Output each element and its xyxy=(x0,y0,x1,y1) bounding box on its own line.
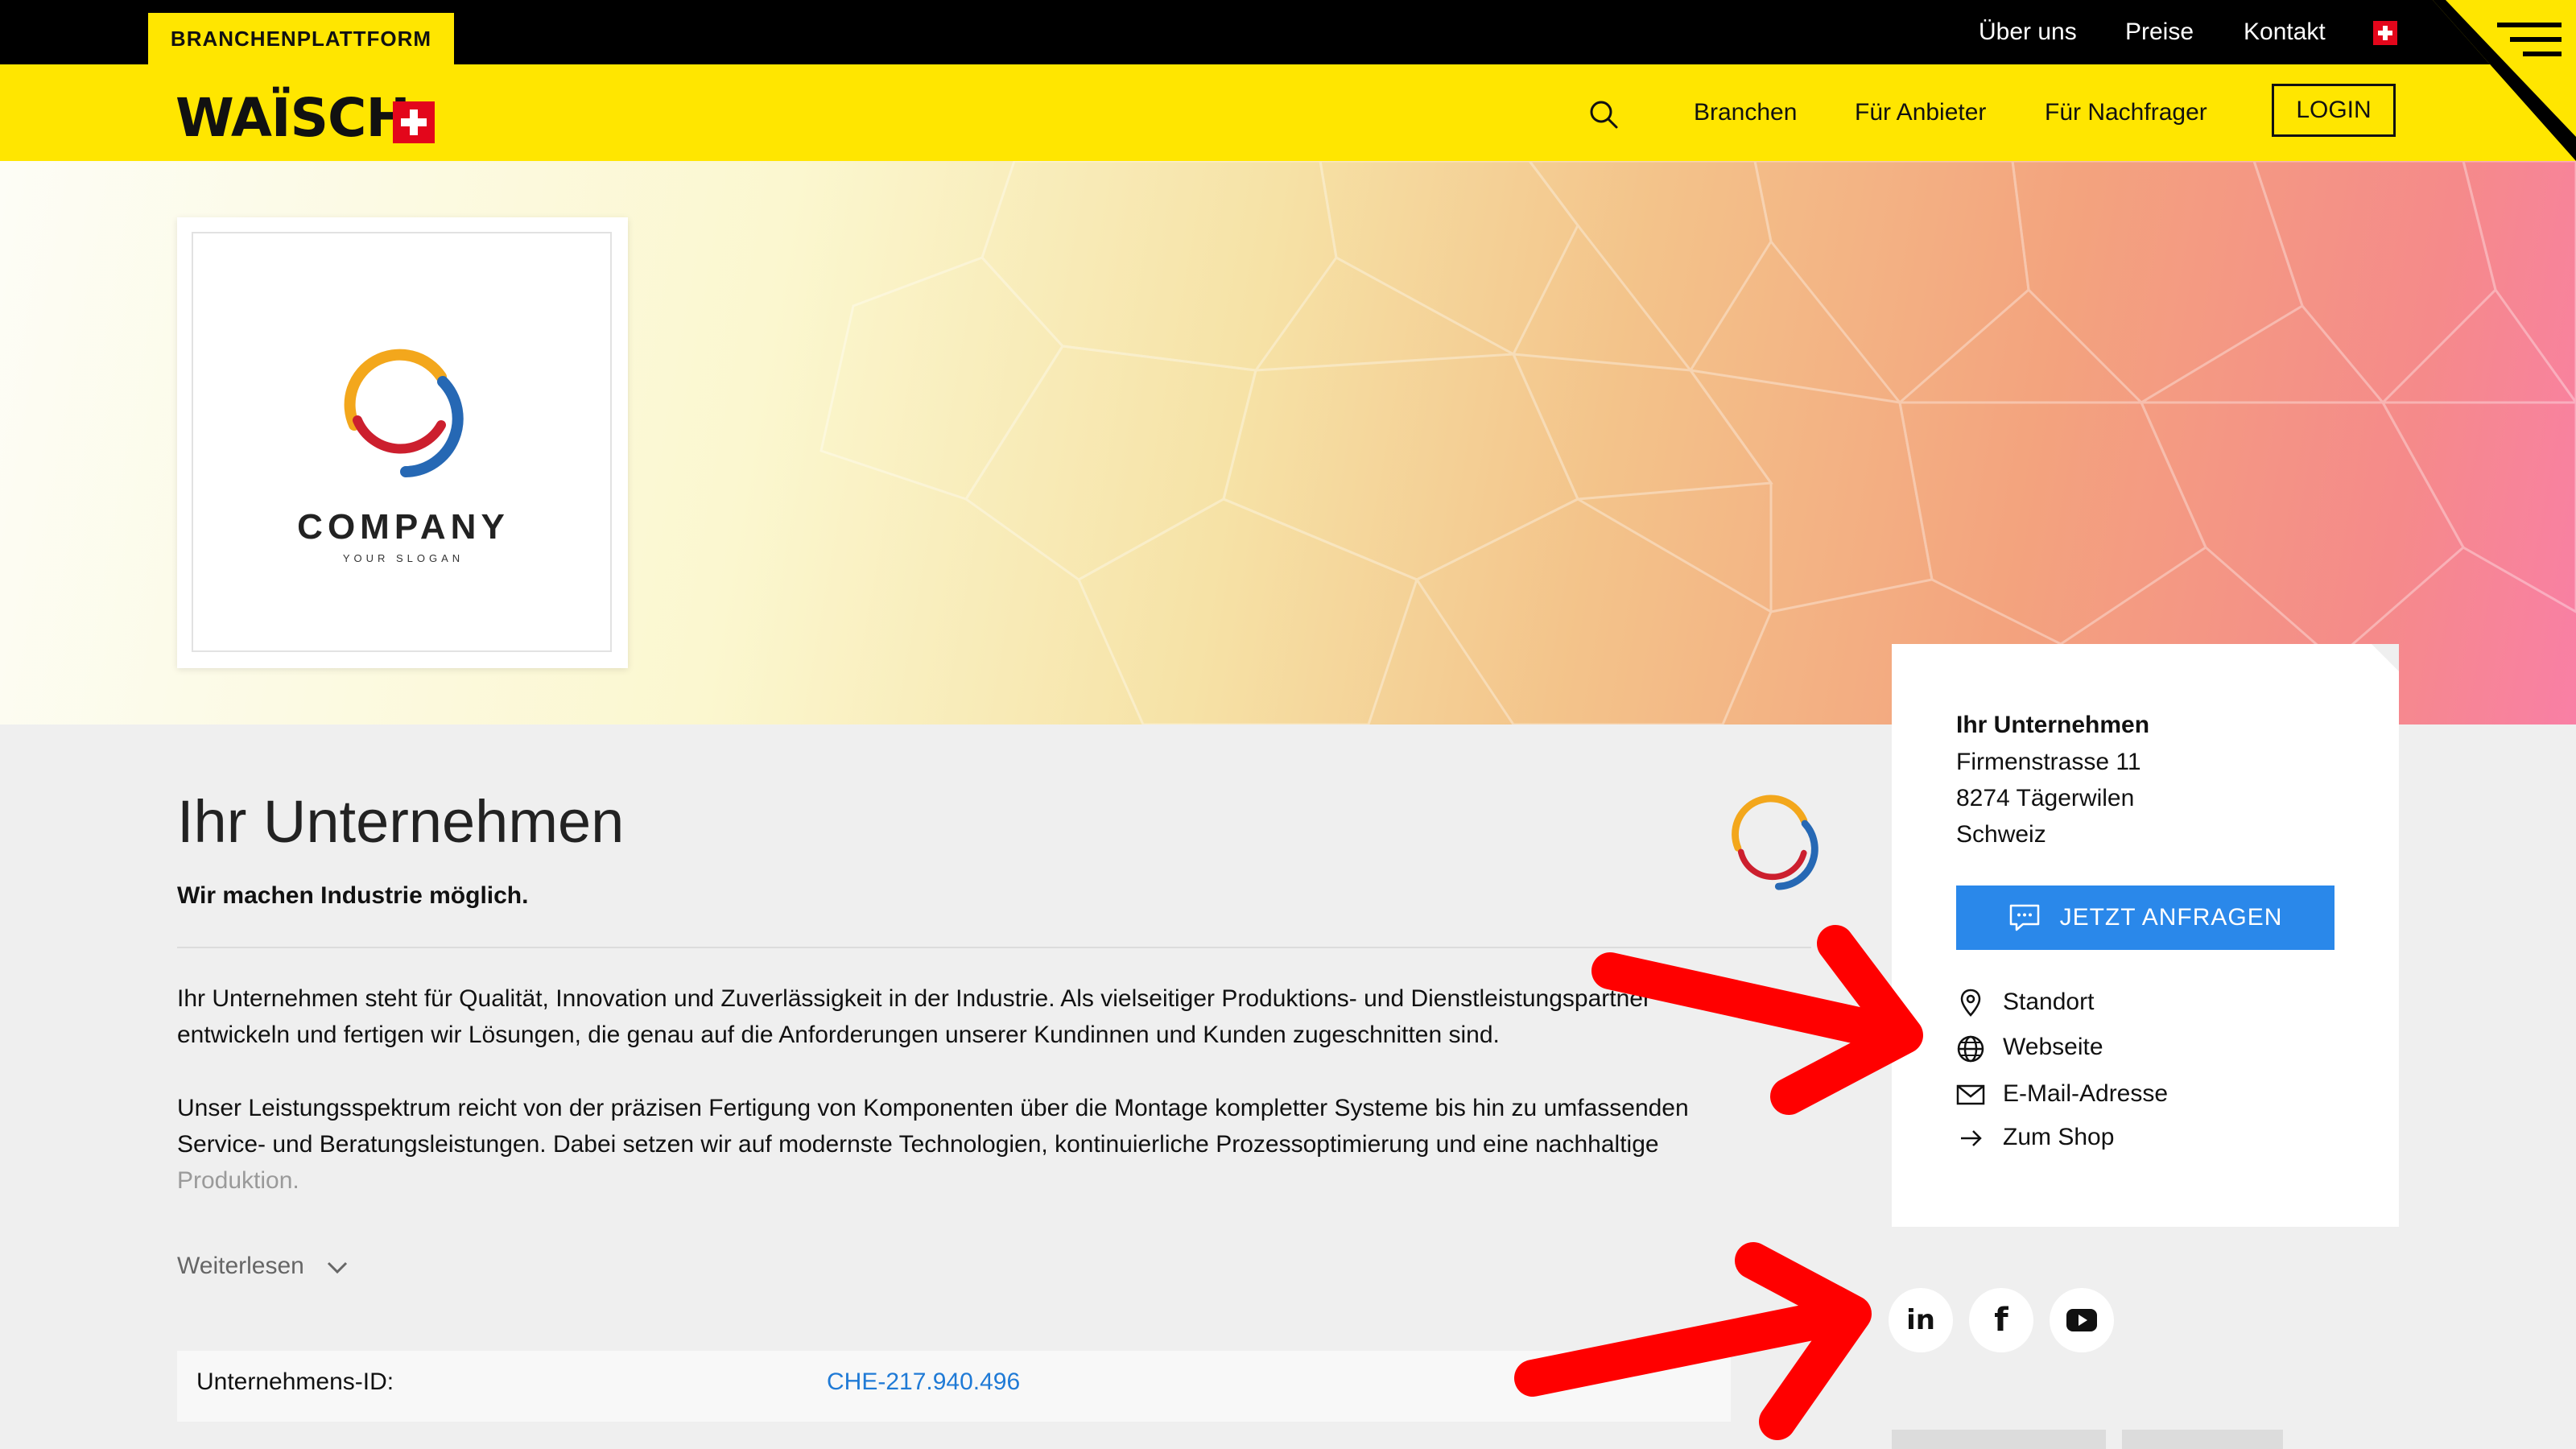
youtube-icon xyxy=(2066,1309,2097,1331)
linkedin-icon: in xyxy=(1906,1304,1935,1336)
location-pin-icon xyxy=(1960,989,1981,1017)
search-icon[interactable] xyxy=(1587,98,1620,130)
nav-link-preise[interactable]: Preise xyxy=(2125,0,2194,64)
company-small-logo-icon xyxy=(1732,795,1818,890)
nav-link-branchen[interactable]: Branchen xyxy=(1694,64,1797,161)
read-more-label: Weiterlesen xyxy=(177,1253,304,1279)
swiss-flag-logo-icon xyxy=(393,101,435,143)
tab-stub[interactable] xyxy=(2122,1430,2283,1449)
branchenplattform-tab[interactable]: BRANCHENPLATTFORM xyxy=(148,13,454,64)
contact-link-email[interactable]: E-Mail-Adresse xyxy=(2003,1080,2168,1108)
company-id-value[interactable]: CHE-217.940.496 xyxy=(827,1368,1020,1396)
description-paragraph-2: Unser Leistungsspektrum reicht von der p… xyxy=(177,1095,1689,1158)
contact-company-name: Ihr Unternehmen xyxy=(1956,712,2150,738)
youtube-button[interactable] xyxy=(2050,1288,2114,1352)
nav-link-fuer-anbieter[interactable]: Für Anbieter xyxy=(1855,64,1986,161)
logo-company-text: COMPANY xyxy=(297,507,510,547)
site-logo[interactable]: WAÏSCH xyxy=(175,90,411,147)
company-logo-ring-icon xyxy=(344,349,464,477)
globe-icon xyxy=(1957,1035,1984,1063)
contact-link-webseite[interactable]: Webseite xyxy=(2003,1034,2103,1061)
page-title: Ihr Unternehmen xyxy=(177,788,625,855)
login-button[interactable]: LOGIN xyxy=(2272,84,2396,137)
facebook-icon: f xyxy=(1994,1302,2008,1339)
jetzt-anfragen-button[interactable]: JETZT ANFRAGEN xyxy=(1956,886,2334,950)
contact-link-standort[interactable]: Standort xyxy=(2003,989,2094,1016)
nav-link-fuer-nachfrager[interactable]: Für Nachfrager xyxy=(2045,64,2207,161)
content-divider xyxy=(177,947,1811,948)
menu-corner[interactable] xyxy=(2433,0,2576,161)
chevron-down-icon xyxy=(328,1262,348,1274)
swiss-flag-icon[interactable] xyxy=(2373,21,2397,45)
linkedin-button[interactable]: in xyxy=(1889,1288,1953,1352)
read-more-link[interactable]: Weiterlesen xyxy=(177,1253,349,1280)
tab-stub[interactable] xyxy=(1892,1430,2106,1449)
email-envelope-icon xyxy=(1956,1084,1985,1105)
jetzt-anfragen-label: JETZT ANFRAGEN xyxy=(2059,904,2283,931)
company-id-label: Unternehmens-ID: xyxy=(196,1368,394,1395)
contact-city: 8274 Tägerwilen xyxy=(1956,785,2135,811)
arrow-right-icon xyxy=(1961,1130,1982,1146)
logo-slogan-text: YOUR SLOGAN xyxy=(342,552,464,564)
description-paragraph-1: Ihr Unternehmen steht für Qualität, Inno… xyxy=(177,985,1651,1048)
chat-bubble-icon xyxy=(2009,904,2039,931)
company-logo-card: COMPANY YOUR SLOGAN xyxy=(177,217,628,668)
contact-street: Firmenstrasse 11 xyxy=(1956,749,2141,775)
facebook-button[interactable]: f xyxy=(1969,1288,2033,1352)
nav-link-ueber-uns[interactable]: Über uns xyxy=(1979,0,2077,64)
page-subtitle: Wir machen Industrie möglich. xyxy=(177,882,529,909)
nav-link-kontakt[interactable]: Kontakt xyxy=(2244,0,2326,64)
description-paragraph-3: Produktion. xyxy=(177,1167,299,1194)
contact-country: Schweiz xyxy=(1956,821,2046,848)
contact-link-zum-shop[interactable]: Zum Shop xyxy=(2003,1124,2114,1151)
